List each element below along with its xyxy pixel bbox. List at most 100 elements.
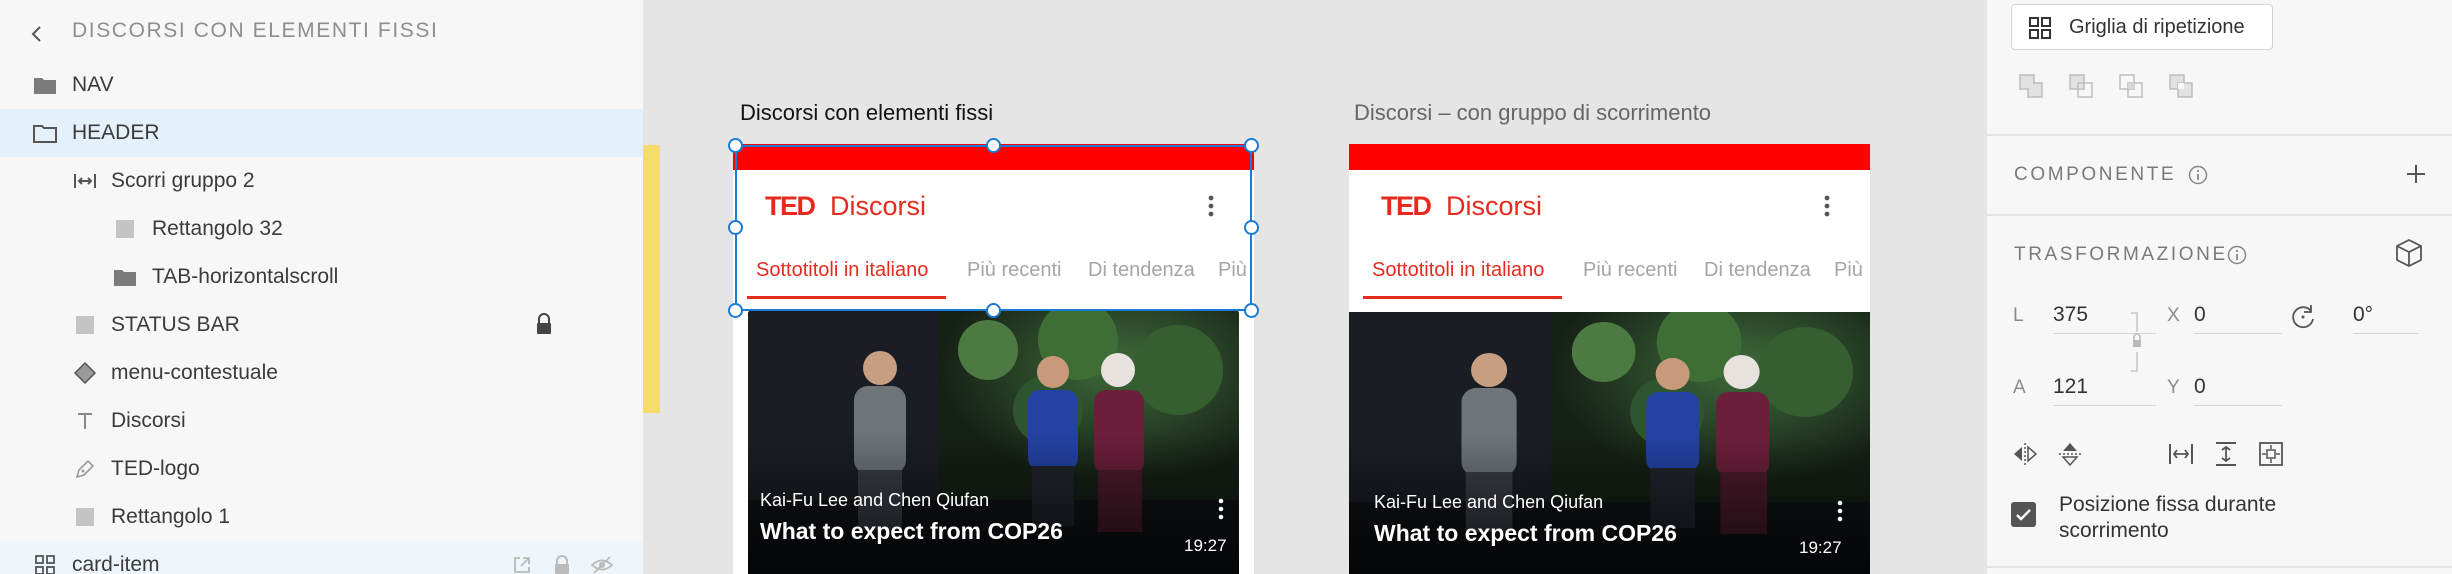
resize-handle-n[interactable] [986, 138, 1001, 153]
card-duration: 19:27 [1799, 538, 1842, 557]
card-title: What to expect from COP26 [760, 518, 1063, 544]
resize-handle-s[interactable] [986, 303, 1001, 318]
layer-label: Rettangolo 1 [111, 505, 231, 528]
resize-handle-se[interactable] [1244, 303, 1259, 318]
fixed-position-label: Posizione fissa durante scorrimento [2059, 493, 2277, 542]
layer-row-rettangolo-32[interactable]: Rettangolo 32 [0, 205, 643, 253]
text-icon [72, 409, 98, 433]
app-header: TED Discorsi [1349, 170, 1870, 242]
more-vert-icon [1218, 498, 1224, 520]
tab-piu-recenti: Più recenti [1583, 259, 1678, 281]
card-item: Kai-Fu Lee and Chen Qiufan What to expec… [748, 310, 1239, 574]
lock-aspect-icon[interactable] [2130, 312, 2144, 372]
card-duration: 19:27 [1184, 536, 1227, 555]
height-label: A [2013, 377, 2026, 398]
selection-box[interactable] [735, 145, 1252, 311]
transform-section-title: TRASFORMAZIONE [2014, 244, 2228, 265]
layer-label: TED-logo [111, 457, 200, 480]
layer-label: Rettangolo 32 [152, 217, 283, 240]
artboard-title[interactable]: Discorsi con elementi fissi [740, 100, 993, 126]
layer-row-rettangolo-1[interactable]: Rettangolo 1 [0, 493, 643, 541]
repeat-grid-button[interactable]: Griglia di ripetizione [2011, 4, 2273, 50]
rectangle-icon [112, 217, 138, 241]
pen-icon [72, 457, 98, 481]
lock-icon[interactable] [550, 553, 574, 574]
flip-vertical-icon[interactable] [2056, 440, 2084, 468]
lock-icon[interactable] [534, 313, 554, 337]
layer-row-card-item[interactable]: card-item [0, 541, 643, 574]
app-title: Discorsi [1446, 191, 1543, 221]
layer-row-status-bar[interactable]: STATUS BAR [0, 301, 643, 349]
layers-header: DISCORSI CON ELEMENTI FISSI [0, 8, 643, 56]
card-title: What to expect from COP26 [1374, 520, 1677, 546]
distribute-vertical-icon[interactable] [2212, 440, 2240, 468]
rotate-icon [2289, 303, 2317, 331]
add-union-icon[interactable] [2017, 72, 2045, 100]
layer-row-nav[interactable]: NAV [0, 61, 643, 109]
artboard-discorsi-scorrimento[interactable]: TED Discorsi Sottotitoli in italiano Più… [1349, 144, 1870, 574]
more-vert-icon [1837, 500, 1843, 522]
artboard-title[interactable]: Discorsi – con gruppo di scorrimento [1354, 100, 1711, 126]
hide-eye-icon[interactable] [590, 553, 614, 574]
resize-handle-e[interactable] [1244, 220, 1259, 235]
layer-label: Scorri gruppo 2 [111, 169, 255, 192]
resize-handle-ne[interactable] [1244, 138, 1259, 153]
scroll-group-icon [72, 169, 98, 193]
layers-panel: DISCORSI CON ELEMENTI FISSI NAV HEADER S… [0, 0, 643, 574]
more-vert-icon [1823, 194, 1831, 218]
status-bar [1349, 144, 1870, 170]
tab-di-tendenza: Di tendenza [1704, 259, 1811, 281]
layer-row-ted-logo[interactable]: TED-logo [0, 445, 643, 493]
tab-piu: Più [1834, 259, 1863, 281]
subtract-icon[interactable] [2067, 72, 2095, 100]
3d-transform-icon[interactable] [2394, 238, 2424, 268]
resize-handle-nw[interactable] [728, 138, 743, 153]
card-speakers: Kai-Fu Lee and Chen Qiufan [760, 490, 990, 510]
layer-row-menu-contestuale[interactable]: menu-contestuale [0, 349, 643, 397]
flip-horizontal-icon[interactable] [2011, 440, 2039, 468]
row-actions [494, 553, 614, 574]
y-input[interactable]: 0 [2194, 375, 2282, 406]
add-component-icon[interactable] [2405, 163, 2427, 185]
chevron-left-icon[interactable] [28, 25, 46, 43]
repeat-grid-label: Griglia di ripetizione [2069, 16, 2245, 38]
design-canvas[interactable]: Discorsi con elementi fissi TED Discorsi… [643, 0, 1987, 574]
layer-row-header[interactable]: HEADER [0, 109, 643, 157]
rectangle-icon [72, 505, 98, 529]
layer-label: menu-contestuale [111, 361, 278, 384]
x-label: X [2167, 305, 2180, 326]
card-speakers: Kai-Fu Lee and Chen Qiufan [1374, 492, 1604, 512]
external-link-icon[interactable] [510, 553, 534, 574]
y-label: Y [2167, 377, 2180, 398]
component-section-title: COMPONENTE [2014, 164, 2177, 185]
fit-content-icon[interactable] [2257, 440, 2285, 468]
x-input[interactable]: 0 [2194, 303, 2282, 334]
rotation-input[interactable]: 0° [2353, 303, 2419, 334]
layer-label: HEADER [72, 121, 160, 144]
layer-label: STATUS BAR [111, 313, 240, 336]
resize-handle-sw[interactable] [728, 303, 743, 318]
info-icon[interactable] [2188, 165, 2208, 185]
rectangle-icon [72, 313, 98, 337]
height-input[interactable]: 121 [2053, 375, 2156, 406]
property-inspector: Griglia di ripetizione COMPONENTE TRASFO… [1987, 0, 2452, 574]
divider [1987, 214, 2452, 216]
tab-bar: Sottotitoli in italiano Più recenti Di t… [1349, 242, 1870, 300]
exclude-overlap-icon[interactable] [2167, 72, 2195, 100]
repeat-grid-icon [32, 553, 58, 574]
intersect-icon[interactable] [2117, 72, 2145, 100]
layer-label: TAB-horizontalscroll [152, 265, 339, 288]
boolean-operations [2017, 72, 2217, 100]
layer-label: NAV [72, 73, 114, 96]
resize-handle-w[interactable] [728, 220, 743, 235]
folder-icon [32, 73, 58, 97]
divider [1987, 134, 2452, 136]
distribute-horizontal-icon[interactable] [2167, 440, 2195, 468]
layer-row-discorsi[interactable]: Discorsi [0, 397, 643, 445]
fixed-position-checkbox[interactable] [2011, 502, 2036, 527]
repeat-grid-icon [2028, 16, 2052, 45]
layer-row-scroll-group[interactable]: Scorri gruppo 2 [0, 157, 643, 205]
checkmark-icon [2016, 509, 2031, 521]
info-icon[interactable] [2227, 245, 2247, 265]
layer-row-tab-horizontalscroll[interactable]: TAB-horizontalscroll [0, 253, 643, 301]
